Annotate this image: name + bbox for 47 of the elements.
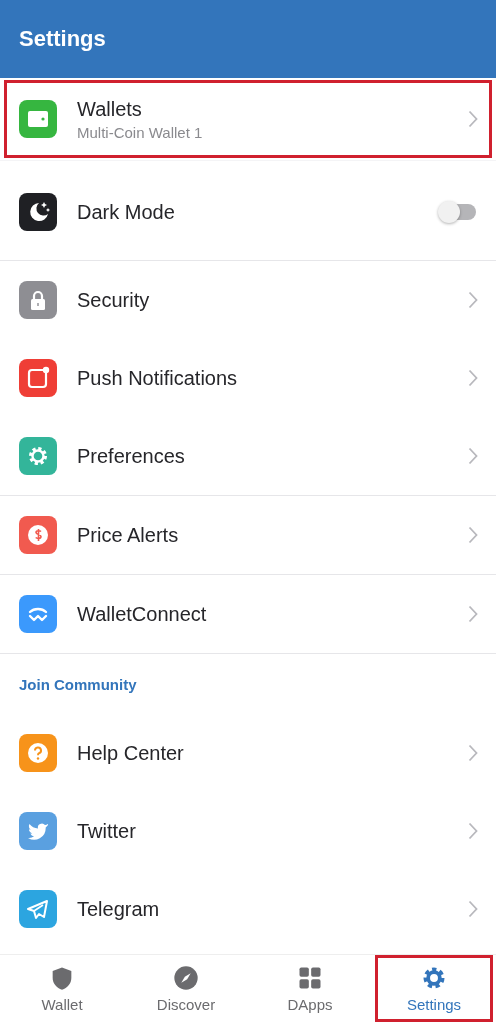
- tab-button[interactable]: Discover: [127, 955, 245, 1022]
- row-label: Preferences: [77, 444, 186, 468]
- row-label: Security: [77, 288, 151, 312]
- chevron-icon: [468, 900, 478, 918]
- tab-button[interactable]: Settings: [375, 955, 493, 1022]
- row-label: Dark Mode: [77, 200, 176, 224]
- wallet-icon: [19, 100, 57, 138]
- tab-button[interactable]: Wallet: [3, 955, 121, 1022]
- row-label: Twitter: [77, 819, 137, 843]
- chevron-icon: [468, 110, 478, 128]
- settings-row[interactable]: Telegram: [4, 870, 492, 948]
- settings-row[interactable]: Push Notifications: [4, 339, 492, 417]
- walletconnect-icon: [19, 595, 57, 633]
- row-subtitle: Multi-Coin Wallet 1: [77, 123, 204, 141]
- settings-row[interactable]: Preferences: [4, 417, 492, 495]
- row-label: Price Alerts: [77, 523, 180, 547]
- row-label: Wallets: [77, 97, 143, 121]
- chevron-icon: [468, 744, 478, 762]
- settings-row[interactable]: Twitter: [4, 792, 492, 870]
- section-heading: Join Community: [18, 674, 138, 695]
- help-icon: [19, 734, 57, 772]
- chevron-icon: [468, 526, 478, 544]
- notification-icon: [19, 359, 57, 397]
- row-label: Help Center: [77, 741, 185, 765]
- chevron-icon: [468, 605, 478, 623]
- settings-row[interactable]: Dark Mode: [4, 173, 492, 251]
- row-label: Push Notifications: [77, 366, 239, 390]
- dollar-icon: [19, 516, 57, 554]
- chevron-icon: [468, 291, 478, 309]
- chevron-icon: [468, 822, 478, 840]
- lock-icon: [19, 281, 57, 319]
- gear-icon: [19, 437, 57, 475]
- settings-row[interactable]: Help Center: [4, 714, 492, 792]
- compass-icon: [172, 964, 200, 992]
- row-label: WalletConnect: [77, 602, 208, 626]
- settings-row[interactable]: Wallets Multi-Coin Wallet 1: [4, 80, 492, 158]
- row-label: Telegram: [77, 897, 161, 921]
- settings-row[interactable]: WalletConnect: [4, 575, 492, 653]
- paper-plane-icon: [19, 890, 57, 928]
- page-title: Settings: [19, 26, 106, 52]
- chevron-icon: [468, 447, 478, 465]
- settings-row[interactable]: Price Alerts: [4, 496, 492, 574]
- bird-icon: [19, 812, 57, 850]
- settings-row[interactable]: Security: [4, 261, 492, 339]
- chevron-icon: [468, 369, 478, 387]
- moon-icon: [19, 193, 57, 231]
- tab-button[interactable]: DApps: [251, 955, 369, 1022]
